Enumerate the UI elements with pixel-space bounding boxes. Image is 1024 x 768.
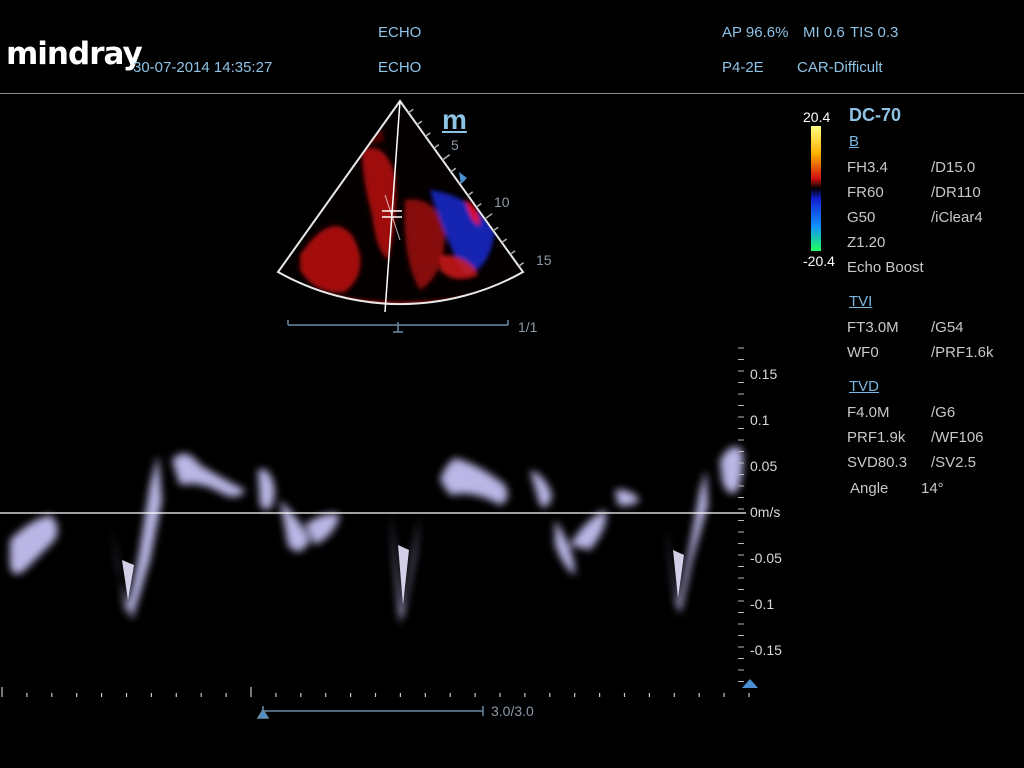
depth-tick [509,250,516,255]
echo-boost: Echo Boost [847,259,924,276]
mode-marker: m [442,104,467,135]
tvd-param: /SV2.5 [931,454,977,471]
sweep-bracket[interactable] [256,706,484,719]
depth-tick [492,226,499,232]
depth-tick [475,203,482,208]
depth-tick [467,191,474,196]
b-param: FR60 [847,184,884,201]
tvi-param: FT3.0M [847,319,899,336]
depth-tick [433,144,440,149]
depth-tick [441,154,451,161]
tvi-param: /PRF1.6k [931,344,994,361]
color-bar-max: 20.4 [803,109,831,125]
depth-tick [450,167,457,173]
depth-tick [518,261,525,267]
depth-tick [408,108,414,114]
frame-counter: 1/1 [518,319,538,335]
tvd-param: /G6 [931,404,956,421]
velocity-label: 0.05 [750,458,778,474]
sector-image [278,101,523,305]
velocity-label: 0.1 [750,412,770,428]
depth-label-10: 10 [494,194,510,210]
depth-tick [425,132,431,137]
angle-value[interactable]: 14° [921,480,944,497]
section-tvi[interactable]: TVI [849,293,872,310]
depth-label-5: 5 [451,137,459,153]
velocity-scale-ticks [738,347,744,682]
depth-tick [484,213,493,220]
velocity-label: 0.15 [750,366,778,382]
tvi-param: /G54 [931,319,964,336]
tvd-spectrum [10,446,743,625]
depth-tick [416,120,423,126]
velocity-label: -0.1 [750,596,775,612]
tvd-param: F4.0M [847,404,890,421]
system-model: DC-70 [849,105,902,125]
b-param: FH3.4 [847,159,888,176]
depth-label-15: 15 [536,252,552,268]
b-param: /D15.0 [931,159,976,176]
b-param: Z1.20 [847,234,886,251]
depth-tick [501,238,508,244]
sector-width-bracket[interactable] [287,320,509,333]
scale-marker[interactable] [742,679,758,688]
time-axis [1,687,750,697]
color-bar-min: -20.4 [803,253,835,269]
tvi-param: WF0 [847,344,879,361]
velocity-label: -0.15 [750,642,782,658]
tvd-param: SVD80.3 [847,454,908,471]
b-param: /DR110 [931,184,981,201]
b-param: /iClear4 [931,209,983,226]
section-b-mode[interactable]: B [849,133,859,150]
b-param: G50 [847,209,876,226]
section-tvd[interactable]: TVD [849,378,879,395]
velocity-label: -0.05 [750,550,782,566]
tvd-param: /WF106 [931,429,984,446]
angle-label: Angle [850,480,889,497]
velocity-label-zero: 0m/s [750,504,781,520]
color-velocity-bar [811,126,821,251]
sweep-speed: 3.0/3.0 [491,703,534,719]
tvd-param: PRF1.9k [847,429,906,446]
